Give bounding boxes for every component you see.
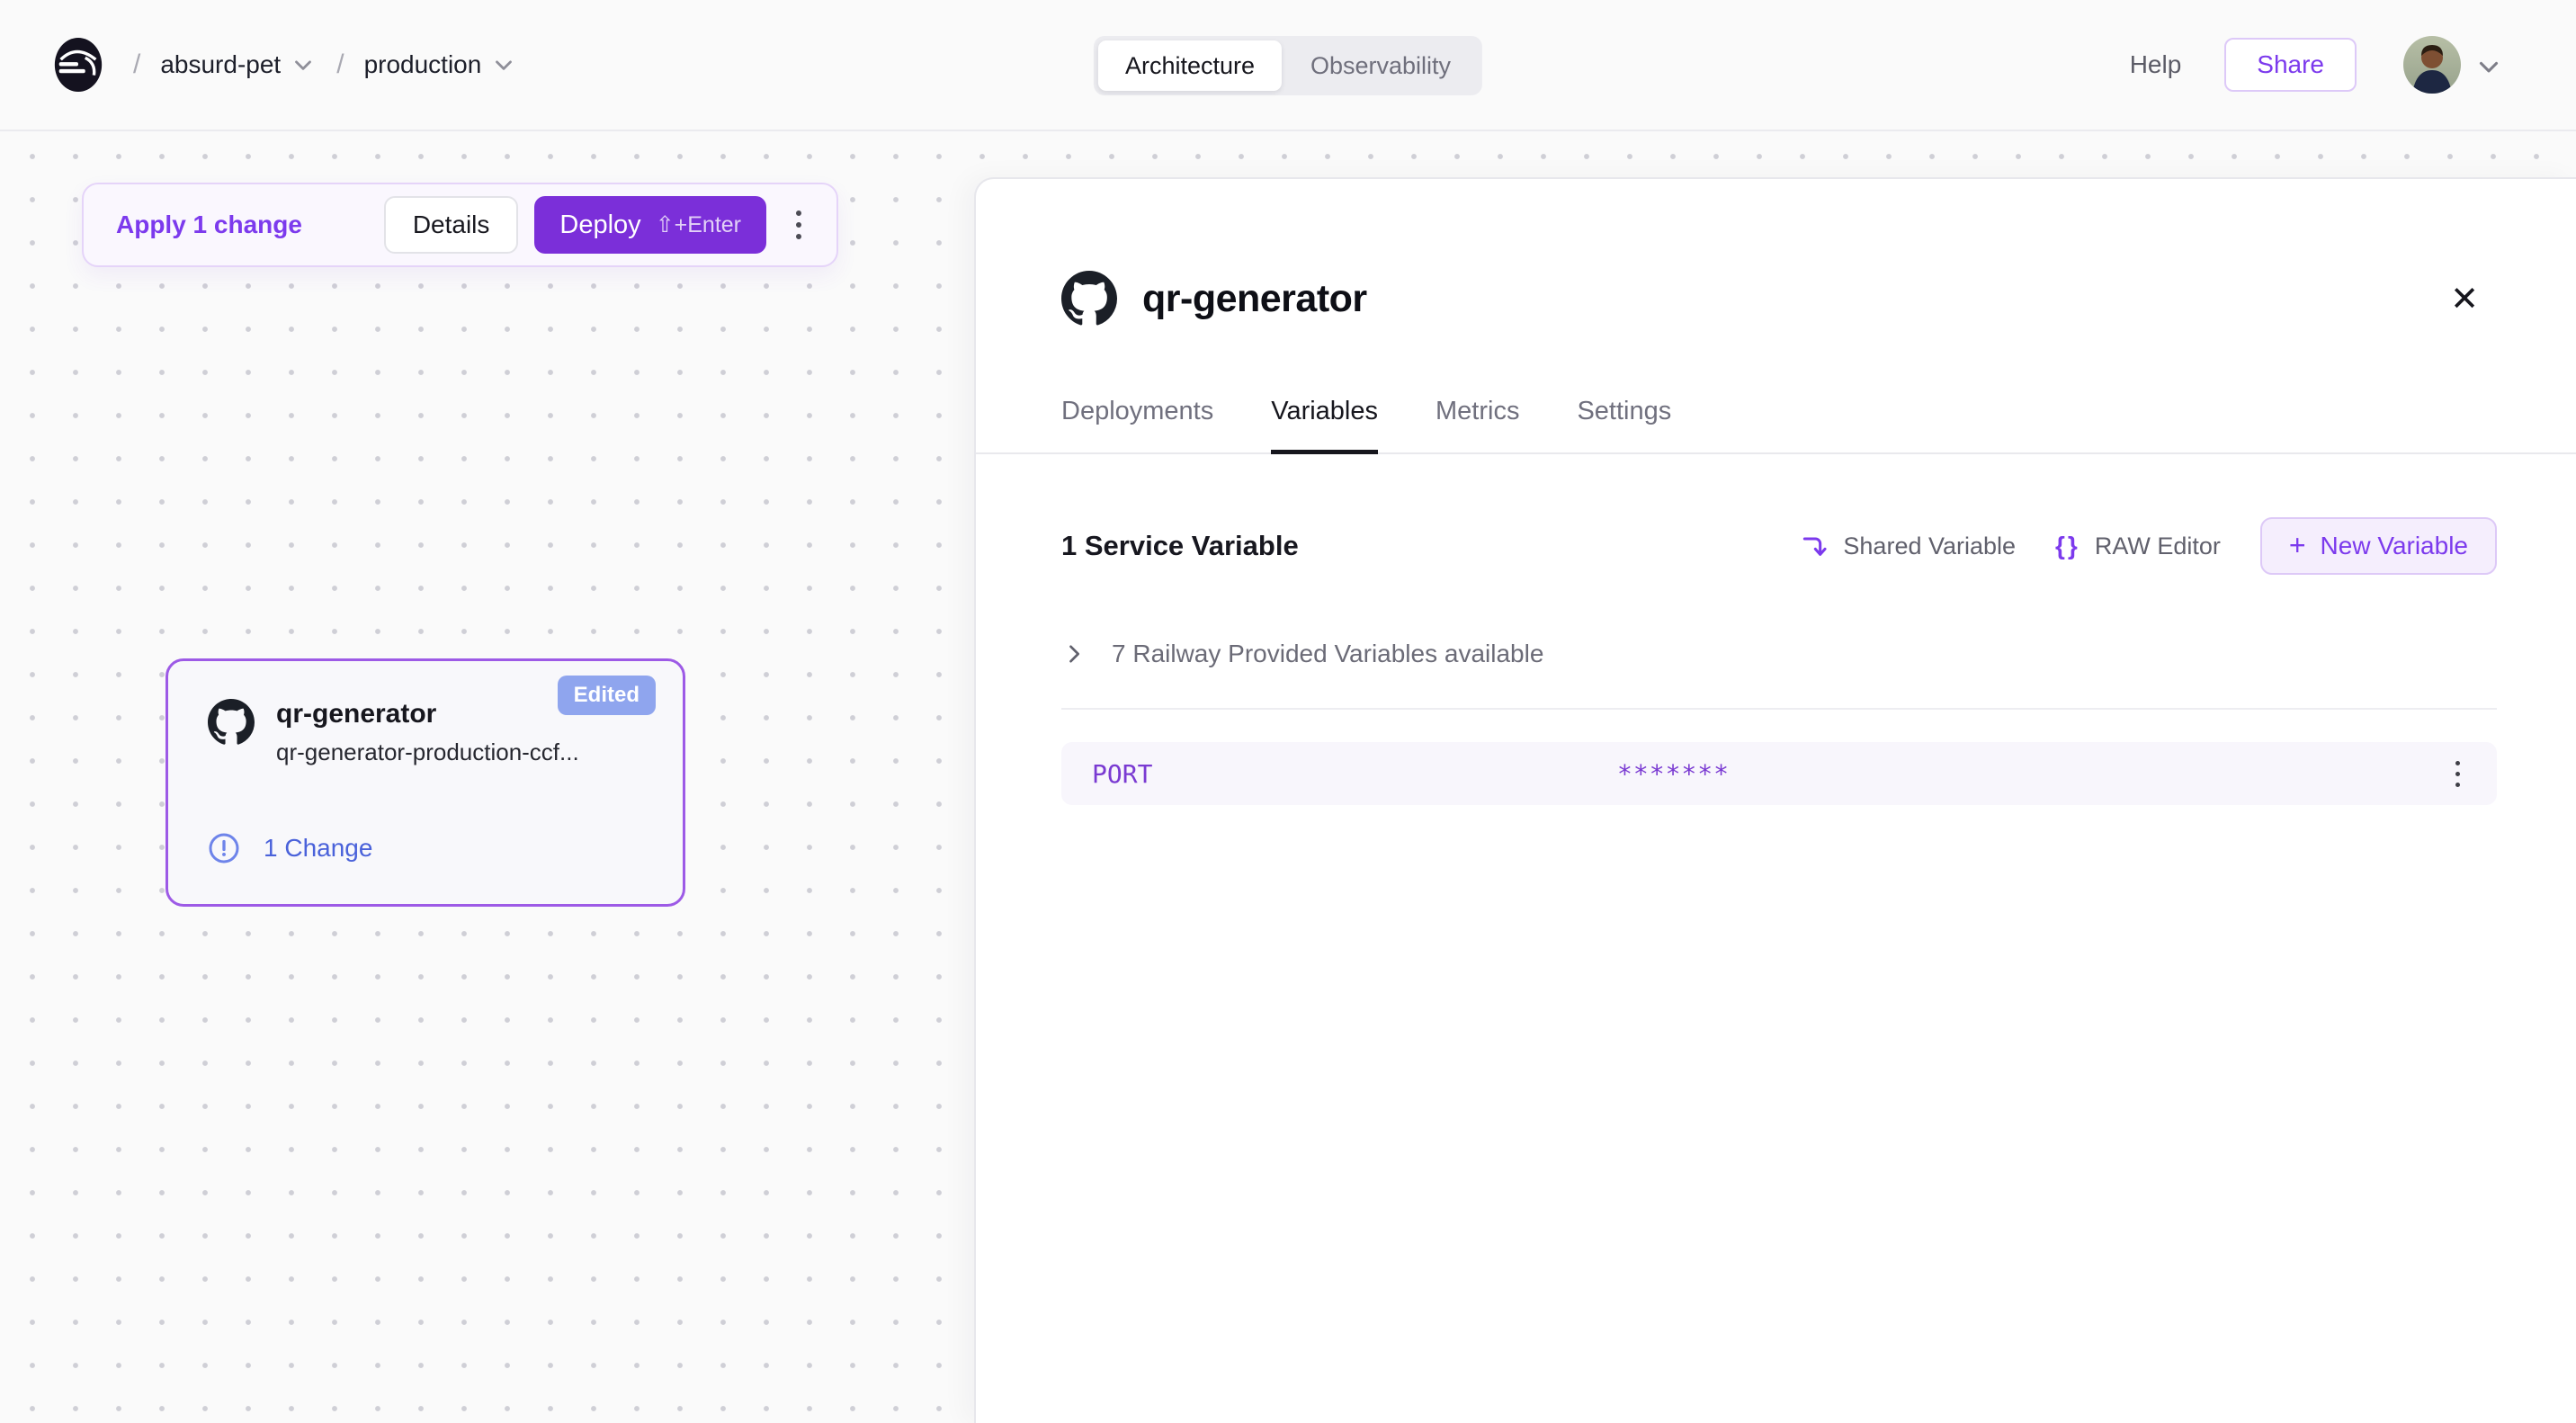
service-card-qr-generator[interactable]: Edited qr-generator qr-generator-product… <box>165 658 685 907</box>
user-avatar[interactable] <box>2403 36 2461 94</box>
breadcrumb: / absurd-pet / production <box>133 49 517 80</box>
divider <box>1061 708 2497 710</box>
breadcrumb-separator: / <box>133 49 141 79</box>
variable-count-label: 1 Service Variable <box>1061 530 1299 561</box>
changes-overflow-menu-icon[interactable] <box>779 196 818 254</box>
chevron-down-icon <box>290 51 317 78</box>
variables-header: 1 Service Variable Shared Variable {} RA… <box>1061 517 2497 575</box>
braces-icon: {} <box>2055 532 2080 559</box>
top-bar: / absurd-pet / production Architecture O… <box>0 0 2576 131</box>
service-detail-panel: qr-generator ✕ Deployments Variables Met… <box>974 177 2576 1423</box>
new-variable-button[interactable]: + New Variable <box>2259 517 2497 575</box>
variable-row-port[interactable]: PORT ******* <box>1061 742 2497 805</box>
arrow-turn-down-icon <box>1800 532 1829 560</box>
shared-variable-button[interactable]: Shared Variable <box>1800 532 2016 560</box>
variable-overflow-menu-icon[interactable] <box>2437 748 2477 799</box>
railway-logo-icon[interactable] <box>50 37 106 93</box>
panel-title: qr-generator <box>1142 276 1367 320</box>
panel-header: qr-generator ✕ <box>1061 271 2490 327</box>
chevron-down-icon <box>490 51 517 78</box>
change-info-icon <box>208 832 240 864</box>
apply-changes-label[interactable]: Apply 1 change <box>116 210 384 239</box>
tab-deployments[interactable]: Deployments <box>1061 397 1213 454</box>
service-changes[interactable]: 1 Change <box>208 832 372 864</box>
tab-settings[interactable]: Settings <box>1577 397 1671 454</box>
panel-tabs: Deployments Variables Metrics Settings <box>976 397 2576 454</box>
breadcrumb-project[interactable]: absurd-pet <box>160 50 317 79</box>
account-chevron-down-icon[interactable] <box>2473 51 2500 78</box>
chevron-right-icon <box>1061 641 1087 667</box>
top-bar-right: Help Share <box>2130 36 2500 94</box>
variable-key: PORT <box>1092 758 1153 789</box>
share-button[interactable]: Share <box>2224 38 2357 92</box>
service-card-main: qr-generator qr-generator-production-ccf… <box>208 699 579 766</box>
close-icon[interactable]: ✕ <box>2439 273 2490 324</box>
breadcrumb-separator: / <box>336 49 344 79</box>
tab-variables[interactable]: Variables <box>1271 397 1378 454</box>
variable-value-masked[interactable]: ******* <box>1617 759 1730 789</box>
service-card-text: qr-generator qr-generator-production-ccf… <box>276 699 579 766</box>
service-domain: qr-generator-production-ccf... <box>276 738 579 765</box>
change-count-label: 1 Change <box>264 834 373 862</box>
breadcrumb-environment[interactable]: production <box>364 50 518 79</box>
service-name: qr-generator <box>276 699 437 729</box>
deploy-label: Deploy <box>559 210 641 239</box>
tab-architecture[interactable]: Architecture <box>1097 40 1282 91</box>
railway-app: / absurd-pet / production Architecture O… <box>0 0 2576 1423</box>
tab-metrics[interactable]: Metrics <box>1436 397 1519 454</box>
pending-changes-bar: Apply 1 change Details Deploy ⇧+Enter <box>82 183 838 267</box>
help-link[interactable]: Help <box>2130 50 2182 79</box>
raw-editor-button[interactable]: {} RAW Editor <box>2055 532 2221 560</box>
variables-section: 1 Service Variable Shared Variable {} RA… <box>976 517 2576 805</box>
details-button[interactable]: Details <box>383 196 519 254</box>
deploy-button[interactable]: Deploy ⇧+Enter <box>534 196 766 254</box>
plus-icon: + <box>2288 528 2306 561</box>
view-toggle: Architecture Observability <box>1093 36 1483 95</box>
github-icon <box>1061 271 1117 327</box>
railway-provided-variables-toggle[interactable]: 7 Railway Provided Variables available <box>1061 640 2497 668</box>
github-icon <box>208 699 255 746</box>
variables-actions: Shared Variable {} RAW Editor + New Vari… <box>1800 517 2497 575</box>
provided-variables-label: 7 Railway Provided Variables available <box>1112 640 1544 667</box>
tab-observability[interactable]: Observability <box>1284 40 1478 91</box>
deploy-shortcut-hint: ⇧+Enter <box>655 212 741 237</box>
